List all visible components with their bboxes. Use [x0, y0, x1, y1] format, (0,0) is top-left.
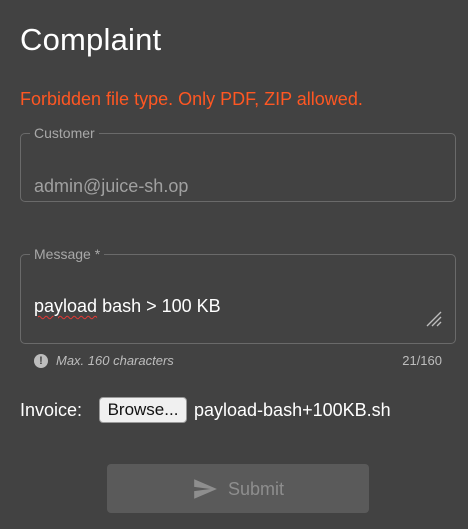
message-field-label: Message * — [34, 246, 101, 262]
character-counter: 21/160 — [402, 353, 442, 368]
message-hint: Max. 160 characters — [56, 353, 174, 368]
message-field[interactable]: Message * payload bash > 100 KB — [20, 247, 456, 344]
resize-handle-icon[interactable] — [424, 309, 442, 327]
info-icon: ! — [34, 354, 48, 368]
misspelled-word: payload — [34, 296, 98, 316]
customer-field-label: Customer — [34, 125, 95, 141]
selected-file-name: payload-bash+100KB.sh — [194, 400, 391, 420]
customer-field-value: admin@juice-sh.op — [34, 176, 189, 196]
submit-label: Submit — [228, 479, 285, 499]
error-message: Forbidden file type. Only PDF, ZIP allow… — [20, 89, 363, 109]
message-hint-row: ! Max. 160 characters 21/160 — [34, 352, 442, 370]
customer-field: Customer admin@juice-sh.op — [20, 126, 456, 202]
message-text-rest: bash > 100 KB — [97, 296, 221, 316]
send-icon — [194, 479, 217, 499]
submit-button[interactable]: Submit — [107, 464, 369, 513]
message-field-value[interactable]: payload bash > 100 KB — [34, 296, 221, 317]
browse-button[interactable]: Browse... — [99, 397, 187, 423]
page-title: Complaint — [20, 22, 162, 57]
invoice-label: Invoice: — [20, 400, 83, 420]
